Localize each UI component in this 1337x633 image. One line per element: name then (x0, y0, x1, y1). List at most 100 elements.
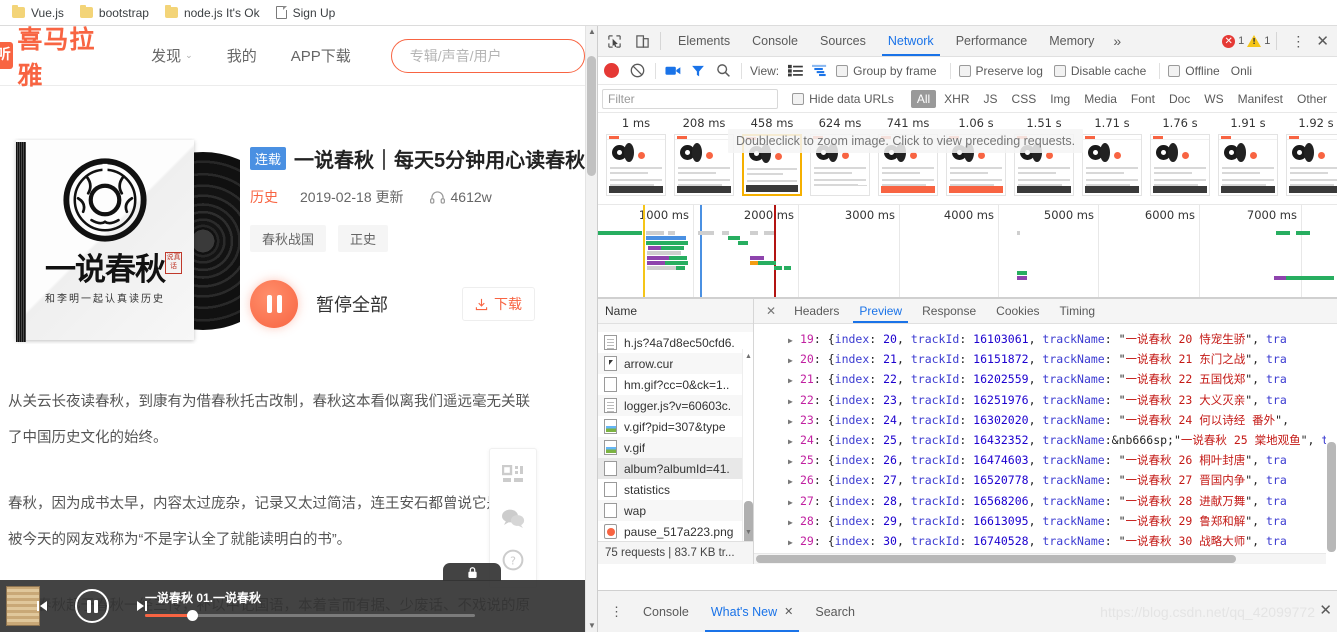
filmstrip-frame[interactable]: 208 ms (672, 116, 736, 204)
table-row[interactable]: h.js?4a7d8ec50cfd6. (598, 332, 753, 353)
tab-sources[interactable]: Sources (809, 26, 877, 56)
offline-checkbox[interactable]: Offline (1168, 64, 1226, 78)
player-progress-knob[interactable] (187, 610, 198, 621)
json-row[interactable]: ▶ 27: {index: 28, trackId: 16568206, trac… (762, 492, 1337, 512)
expand-arrow-icon[interactable]: ▶ (788, 392, 795, 411)
issue-counters[interactable]: ✕ 1 ! 1 (1222, 34, 1270, 48)
table-row[interactable]: v.gif?pid=307&type (598, 416, 753, 437)
expand-arrow-icon[interactable]: ▶ (788, 472, 795, 491)
json-row[interactable]: ▶ 20: {index: 21, trackId: 16151872, trac… (762, 350, 1337, 370)
scroll-up-icon[interactable]: ▲ (586, 26, 597, 38)
table-row[interactable]: wap (598, 500, 753, 521)
wechat-icon[interactable] (501, 508, 525, 528)
type-filter-other[interactable]: Other (1291, 90, 1333, 108)
type-filter-manifest[interactable]: Manifest (1232, 90, 1289, 108)
filmstrip-frame[interactable]: 1.76 s (1148, 116, 1212, 204)
scrollbar-thumb[interactable] (1327, 442, 1336, 552)
table-row[interactable]: pause_517a223.png (598, 521, 753, 541)
qrcode-icon[interactable] (502, 465, 524, 487)
network-overview-timeline[interactable]: 1000 ms 2000 ms 3000 ms 4000 ms 5000 ms … (598, 205, 1337, 298)
table-row[interactable]: statistics (598, 479, 753, 500)
site-logo[interactable]: 听 喜马拉雅 (0, 26, 109, 92)
filmstrip-frame[interactable]: 1.91 s (1216, 116, 1280, 204)
inspect-element-icon[interactable] (602, 29, 626, 53)
close-icon[interactable]: ✕ (784, 591, 793, 633)
album-cover[interactable]: 一说春秋 说真话 和李明一起认真读历史 (8, 138, 240, 344)
record-icon[interactable] (604, 63, 619, 78)
type-filter-media[interactable]: Media (1078, 90, 1123, 108)
json-row[interactable]: ▶ 22: {index: 23, trackId: 16251976, trac… (762, 391, 1337, 411)
type-filter-ws[interactable]: WS (1198, 90, 1229, 108)
close-icon[interactable]: ✕ (758, 304, 784, 318)
player-pause-button[interactable] (75, 589, 109, 623)
page-scrollbar[interactable]: ▲ ▼ (585, 26, 597, 632)
more-vertical-icon[interactable]: ⋮ (602, 604, 632, 620)
expand-arrow-icon[interactable]: ▶ (788, 452, 795, 471)
scroll-down-icon[interactable]: ▼ (744, 527, 753, 539)
expand-arrow-icon[interactable]: ▶ (788, 493, 795, 512)
type-filter-js[interactable]: JS (978, 90, 1004, 108)
album-category[interactable]: 历史 (250, 187, 278, 207)
bookmark-item[interactable]: Vue.js (8, 2, 72, 24)
json-horizontal-scrollbar[interactable] (754, 553, 1326, 564)
tab-cookies[interactable]: Cookies (986, 299, 1049, 323)
page-scrollbar-thumb[interactable] (587, 56, 596, 176)
close-icon[interactable]: ✕ (1319, 601, 1332, 619)
scrollbar-thumb[interactable] (756, 555, 1236, 563)
tab-elements[interactable]: Elements (667, 26, 741, 56)
download-button[interactable]: 下载 (462, 287, 535, 321)
expand-arrow-icon[interactable]: ▶ (788, 432, 795, 451)
preserve-log-checkbox[interactable]: Preserve log (958, 64, 1050, 78)
expand-arrow-icon[interactable]: ▶ (788, 371, 795, 390)
bookmark-item[interactable]: Sign Up (272, 2, 344, 24)
json-row[interactable]: ▶ 24: {index: 25, trackId: 16432352, trac… (762, 431, 1337, 451)
table-row[interactable]: logger.js?v=60603c. (598, 395, 753, 416)
pause-all-button[interactable] (250, 280, 298, 328)
json-row[interactable]: ▶ 26: {index: 27, trackId: 16520778, trac… (762, 471, 1337, 491)
table-row-selected[interactable]: album?albumId=41. (598, 458, 753, 479)
type-filter-font[interactable]: Font (1125, 90, 1161, 108)
player-progress-slider[interactable] (145, 610, 475, 621)
expand-arrow-icon[interactable]: ▶ (788, 412, 795, 431)
tab-timing[interactable]: Timing (1050, 299, 1106, 323)
json-row[interactable]: ▶ 25: {index: 26, trackId: 16474603, trac… (762, 451, 1337, 471)
more-vertical-icon[interactable]: ⋮ (1283, 33, 1314, 50)
tab-performance[interactable]: Performance (945, 26, 1039, 56)
album-tag[interactable]: 春秋战国 (250, 225, 327, 252)
tab-console[interactable]: Console (741, 26, 809, 56)
expand-arrow-icon[interactable]: ▶ (788, 533, 795, 552)
site-search[interactable] (390, 38, 585, 73)
type-filter-xhr[interactable]: XHR (938, 90, 975, 108)
json-row[interactable]: ▶ 19: {index: 20, trackId: 16103061, trac… (762, 330, 1337, 350)
close-icon[interactable]: ✕ (1314, 32, 1337, 50)
funnel-icon[interactable] (689, 62, 707, 80)
bookmark-item[interactable]: node.js It's Ok (161, 2, 268, 24)
expand-arrow-icon[interactable]: ▶ (788, 513, 795, 532)
tab-memory[interactable]: Memory (1038, 26, 1105, 56)
camera-icon[interactable] (664, 62, 682, 80)
json-row[interactable]: ▶ 29: {index: 30, trackId: 16740528, trac… (762, 532, 1337, 552)
drawer-tab-console[interactable]: Console (632, 591, 700, 632)
type-filter-all[interactable]: All (910, 89, 937, 108)
filmstrip-frame[interactable]: 1.71 s (1080, 116, 1144, 204)
json-row[interactable]: ▶ 23: {index: 24, trackId: 16302020, trac… (762, 411, 1337, 431)
waterfall-view-icon[interactable] (811, 62, 829, 80)
search-icon[interactable] (714, 62, 732, 80)
hide-data-urls-checkbox[interactable]: Hide data URLs (792, 92, 901, 106)
request-list-header[interactable]: Name (598, 299, 753, 324)
expand-arrow-icon[interactable]: ▶ (788, 331, 795, 350)
filmstrip-frame[interactable]: 1 ms (604, 116, 668, 204)
skip-previous-icon[interactable] (32, 596, 52, 616)
tab-headers[interactable]: Headers (784, 299, 849, 323)
filmstrip-frame[interactable]: 1.92 s (1284, 116, 1337, 204)
table-row[interactable]: hm.gif?cc=0&ck=1.. (598, 374, 753, 395)
tab-preview[interactable]: Preview (849, 299, 912, 323)
drawer-tab-whats-new[interactable]: What's New ✕ (700, 591, 805, 632)
tab-network[interactable]: Network (877, 26, 945, 56)
json-row[interactable]: ▶ 21: {index: 22, trackId: 16202559, trac… (762, 370, 1337, 390)
device-toolbar-icon[interactable] (630, 29, 654, 53)
tab-response[interactable]: Response (912, 299, 986, 323)
throttling-select[interactable]: Onli (1231, 64, 1252, 78)
json-vertical-scrollbar[interactable] (1326, 324, 1337, 553)
clear-no-entry-icon[interactable] (628, 62, 646, 80)
